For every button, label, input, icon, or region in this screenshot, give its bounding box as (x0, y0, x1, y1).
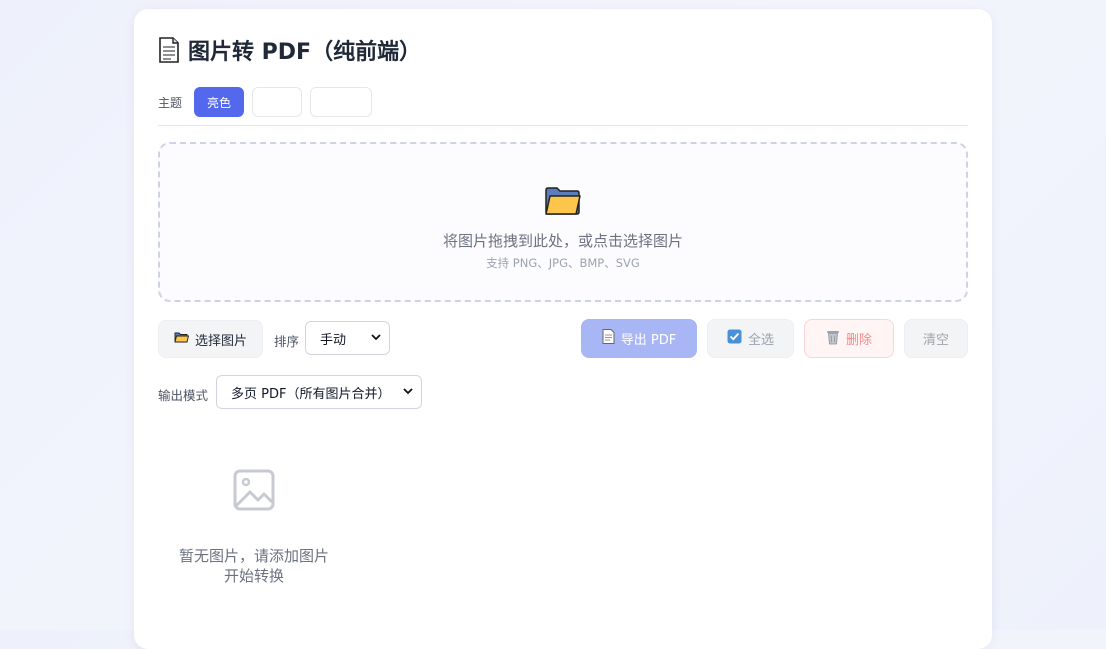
image-placeholder-icon (233, 469, 275, 515)
divider (158, 125, 968, 126)
select-images-label: 选择图片 (195, 330, 247, 349)
export-pdf-label: 导出 PDF (621, 329, 676, 348)
select-all-label: 全选 (748, 329, 774, 348)
export-pdf-button[interactable]: 导出 PDF (581, 319, 697, 358)
page-title-text: 图片转 PDF（纯前端） (188, 34, 421, 66)
folder-icon (544, 186, 582, 220)
dropzone-sub-text: 支持 PNG、JPG、BMP、SVG (160, 255, 966, 271)
select-images-button[interactable]: 选择图片 (158, 320, 263, 358)
delete-label: 删除 (846, 329, 872, 348)
delete-button[interactable]: 删除 (804, 319, 894, 358)
sort-label: 排序 (274, 331, 299, 350)
output-mode-label: 输出模式 (158, 385, 208, 404)
theme-switcher: 主题 亮色 (158, 87, 372, 117)
output-mode-value: 多页 PDF（所有图片合并） (231, 383, 390, 402)
empty-state-text: 暂无图片，请添加图片开始转换 (174, 546, 334, 586)
page-icon (602, 329, 615, 348)
sort-select-value: 手动 (320, 329, 346, 348)
chevron-down-icon (403, 387, 413, 398)
trash-icon (826, 329, 840, 349)
page-icon (158, 37, 180, 63)
theme-option-2-button[interactable] (252, 87, 302, 117)
select-all-button[interactable]: 全选 (707, 319, 794, 358)
dropzone[interactable]: 将图片拖拽到此处，或点击选择图片 支持 PNG、JPG、BMP、SVG (158, 142, 968, 302)
chevron-down-icon (371, 333, 381, 344)
dropzone-main-text: 将图片拖拽到此处，或点击选择图片 (160, 230, 966, 251)
main-card: 图片转 PDF（纯前端） 主题 亮色 将图片拖拽到此处，或点击选择图片 支持 P… (134, 9, 992, 649)
checkbox-checked-icon (727, 329, 742, 348)
page-title: 图片转 PDF（纯前端） (158, 33, 421, 67)
clear-button[interactable]: 清空 (904, 319, 968, 358)
theme-option-3-button[interactable] (310, 87, 372, 117)
sort-select[interactable]: 手动 (305, 321, 390, 355)
theme-light-button[interactable]: 亮色 (194, 87, 244, 117)
output-mode-select[interactable]: 多页 PDF（所有图片合并） (216, 375, 422, 409)
folder-icon (174, 331, 189, 347)
theme-label: 主题 (158, 94, 182, 111)
